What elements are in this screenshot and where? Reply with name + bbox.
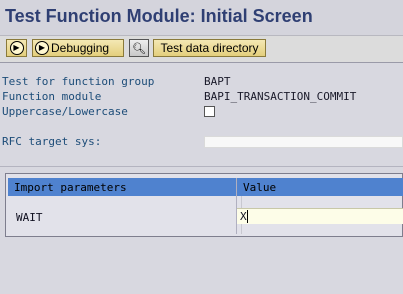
test-data-directory-button[interactable]: Test data directory [153, 39, 266, 57]
parameter-wait-value-input[interactable]: X [237, 208, 403, 224]
uppercase-lowercase-label: Uppercase/Lowercase [2, 105, 128, 118]
parameter-wait-label: WAIT [16, 211, 43, 224]
parameter-wait-value: X [240, 210, 247, 223]
value-header: Value [237, 178, 403, 196]
debug-icon: ▶ [35, 41, 49, 55]
find-button[interactable]: 🔍︎ [129, 39, 149, 57]
function-module-value: BAPI_TRANSACTION_COMMIT [204, 90, 357, 103]
debugging-label: Debugging [51, 41, 110, 55]
rfc-target-label: RFC target sys: [2, 135, 102, 148]
function-group-value: BAPT [204, 75, 231, 88]
column-divider [236, 178, 237, 234]
import-parameters-table: Import parameters Value WAIT X [5, 173, 403, 237]
application-toolbar: ▶ ▶ Debugging 🔍︎ Test data directory [0, 36, 403, 63]
execute-button[interactable]: ▶ [6, 39, 27, 57]
execute-icon: ▶ [9, 41, 24, 55]
function-group-label: Test for function group [2, 75, 155, 88]
page-title: Test Function Module: Initial Screen [5, 6, 313, 26]
uppercase-lowercase-checkbox[interactable] [204, 106, 215, 117]
title-bar: Test Function Module: Initial Screen [0, 0, 403, 36]
debugging-button[interactable]: ▶ Debugging [32, 39, 124, 57]
rfc-target-input[interactable] [204, 136, 403, 148]
magnifier-icon: 🔍︎ [132, 42, 146, 55]
import-parameters-header: Import parameters [8, 178, 236, 196]
function-module-label: Function module [2, 90, 102, 103]
text-cursor [247, 210, 248, 223]
test-data-label: Test data directory [160, 41, 259, 55]
section-divider [0, 166, 403, 167]
